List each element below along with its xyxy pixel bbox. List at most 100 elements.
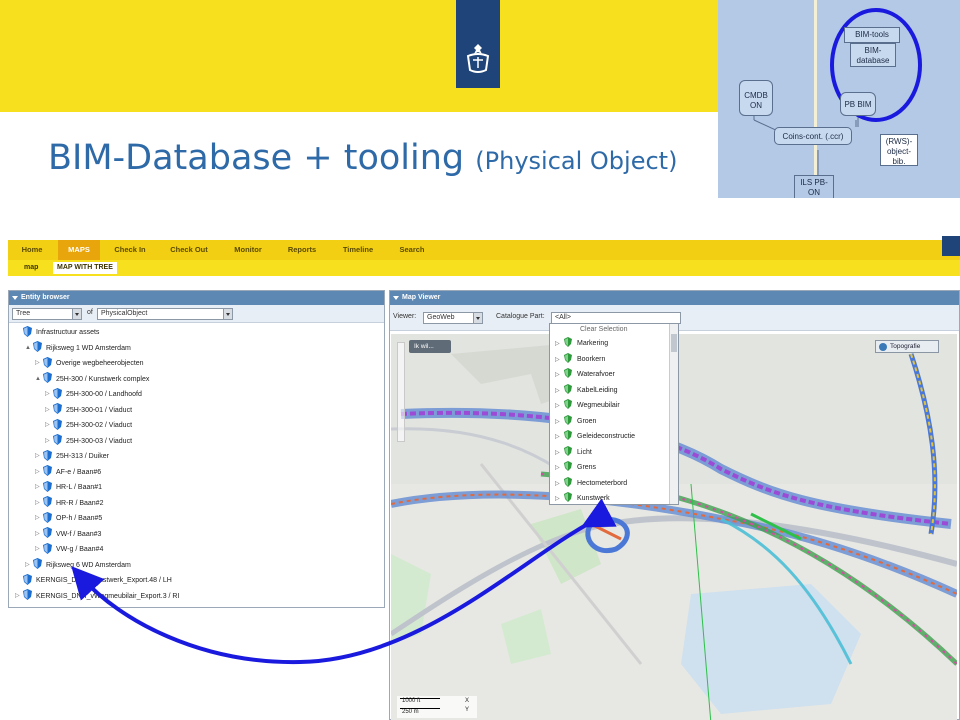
tree-expander-icon[interactable]: ▷ (45, 387, 53, 402)
catalogue-item[interactable]: ▷ Waterafvoer (550, 367, 670, 382)
chevron-right-icon[interactable]: ▷ (550, 446, 564, 461)
catalogue-item[interactable]: ▷ KabelLeiding (550, 383, 670, 398)
tab-search[interactable]: Search (392, 240, 432, 260)
tree-node[interactable]: ▷ 25H-300-00 / Landhoofd (45, 387, 142, 402)
chevron-right-icon[interactable]: ▷ (550, 430, 564, 445)
tree-node[interactable]: ▲ 25H-300 / Kunstwerk complex (35, 372, 149, 387)
catalogue-item-label: Wegmeubilair (577, 402, 620, 409)
tree-node[interactable]: ▷ 25H-313 / Duiker (35, 449, 109, 464)
viewer-value: GeoWeb (427, 314, 455, 321)
catalogue-item[interactable]: ▷ Hectometerbord (550, 476, 670, 491)
tree-node[interactable]: ▷ 25H-300-01 / Viaduct (45, 403, 132, 418)
tab-reports[interactable]: Reports (280, 240, 324, 260)
tree-expander-icon[interactable]: ▷ (35, 356, 43, 371)
tree-node-label: 25H-300-00 / Landhoofd (66, 391, 142, 398)
tab-maps[interactable]: MAPS (58, 240, 100, 260)
sub-nav: map MAP WITH TREE (8, 260, 960, 276)
geoweb-app: Home MAPS Check In Check Out Monitor Rep… (8, 230, 960, 720)
catalogue-item[interactable]: ▷ Wegmeubilair (550, 398, 670, 413)
green-shield-icon (564, 352, 572, 363)
tab-monitor[interactable]: Monitor (224, 240, 272, 260)
tree-expander-icon[interactable]: ▷ (15, 589, 23, 604)
viewer-select[interactable]: GeoWeb (423, 312, 483, 324)
tree-node[interactable]: Infrastructuur assets (15, 325, 99, 340)
tree-node-label: Rijksweg 6 WD Amsterdam (46, 561, 131, 569)
tree-expander-icon[interactable]: ▷ (35, 465, 43, 480)
tree-node[interactable]: ▷ Overige wegbeheerobjecten (35, 356, 144, 371)
catalogue-item[interactable]: ▷ Kunstwerk (550, 491, 670, 504)
collapse-icon[interactable] (393, 296, 399, 300)
map-viewer-header[interactable]: Map Viewer (390, 291, 959, 305)
tree-node[interactable]: ▷ Rijksweg 6 WD Amsterdam (25, 558, 131, 573)
tab-check-out[interactable]: Check Out (164, 240, 214, 260)
green-shield-icon (564, 430, 572, 441)
tree-node[interactable]: KERNGIS_DNH_Kunstwerk_Export.48 / LH (15, 573, 172, 588)
tree-expander-icon[interactable]: ▷ (25, 558, 33, 573)
tree-expander-icon[interactable]: ▲ (35, 372, 43, 387)
tree-node[interactable]: ▲ Rijksweg 1 WD Amsterdam (25, 341, 131, 356)
tree-expander-icon[interactable]: ▷ (35, 480, 43, 495)
tab-check-in[interactable]: Check In (108, 240, 152, 260)
chevron-right-icon[interactable]: ▷ (550, 477, 564, 492)
chevron-right-icon[interactable]: ▷ (550, 399, 564, 414)
tree-expander-icon[interactable]: ▷ (45, 434, 53, 449)
tree-node[interactable]: ▷ 25H-300-03 / Viaduct (45, 434, 132, 449)
tree-node[interactable]: ▷ HR-L / Baan#1 (35, 480, 102, 495)
tree-expander-icon[interactable]: ▷ (45, 403, 53, 418)
tree-expander-icon[interactable]: ▷ (45, 418, 53, 433)
tree-node[interactable]: ▷ VW-g / Baan#4 (35, 542, 103, 557)
shield-icon (33, 558, 42, 570)
catalogue-item[interactable]: ▷ Groen (550, 414, 670, 429)
shield-icon (43, 356, 52, 368)
tree-node[interactable]: ▷ AF-e / Baan#6 (35, 465, 101, 480)
ik-wil-menu[interactable]: Ik wil... (409, 340, 451, 353)
tree-node[interactable]: ▷ VW-f / Baan#3 (35, 527, 101, 542)
catalogue-item[interactable]: ▷ Boorkern (550, 352, 670, 367)
view-mode-select[interactable]: Tree (12, 308, 82, 320)
tree-node[interactable]: ▷ KERNGIS_DNH_vWegmeubilair_Export.3 / RI (15, 589, 179, 604)
catalogue-item[interactable]: ▷ Geleideconstructie (550, 429, 670, 444)
catalogue-item[interactable]: ▷ Markering (550, 336, 670, 351)
slide-title: BIM-Database + tooling (Physical Object) (48, 138, 677, 178)
green-shield-icon (564, 492, 572, 503)
tree-expander-icon[interactable]: ▲ (25, 341, 33, 356)
entity-tree: Infrastructuur assets ▲ Rijksweg 1 WD Amst… (9, 325, 384, 605)
chevron-down-icon[interactable] (223, 309, 232, 319)
chevron-down-icon[interactable] (473, 313, 482, 323)
tree-node[interactable]: ▷ OP-h / Baan#5 (35, 511, 102, 526)
chevron-right-icon[interactable]: ▷ (550, 415, 564, 430)
map-viewer-title: Map Viewer (402, 294, 441, 301)
tree-expander-icon[interactable]: ▷ (35, 511, 43, 526)
dropdown-scrollbar[interactable] (669, 324, 678, 504)
tree-node[interactable]: ▷ HR-R / Baan#2 (35, 496, 103, 511)
tree-expander-icon[interactable]: ▷ (35, 496, 43, 511)
chevron-down-icon[interactable] (72, 309, 81, 319)
tree-expander-icon[interactable]: ▷ (35, 449, 43, 464)
chevron-right-icon[interactable]: ▷ (550, 337, 564, 352)
clear-selection[interactable]: Clear Selection (550, 324, 678, 336)
subtab-map-with-tree[interactable]: MAP WITH TREE (53, 262, 117, 274)
chevron-right-icon[interactable]: ▷ (550, 492, 564, 504)
chevron-right-icon[interactable]: ▷ (550, 368, 564, 383)
collapse-icon[interactable] (12, 296, 18, 300)
basemap-select[interactable]: Topografie (875, 340, 939, 353)
catalogue-item[interactable]: ▷ Licht (550, 445, 670, 460)
zoom-slider[interactable] (397, 342, 405, 442)
tree-node[interactable]: ▷ 25H-300-02 / Viaduct (45, 418, 132, 433)
chevron-right-icon[interactable]: ▷ (550, 384, 564, 399)
tab-timeline[interactable]: Timeline (334, 240, 382, 260)
chevron-right-icon[interactable]: ▷ (550, 353, 564, 368)
green-shield-icon (564, 461, 572, 472)
chevron-right-icon[interactable]: ▷ (550, 461, 564, 476)
shield-icon (23, 325, 32, 337)
entity-browser-header[interactable]: Entity browser (9, 291, 384, 305)
tree-expander-icon[interactable]: ▷ (35, 527, 43, 542)
entity-type-select[interactable]: PhysicalObject (97, 308, 233, 320)
green-shield-icon (564, 476, 572, 487)
of-label: of (87, 309, 93, 316)
subtab-map[interactable]: map (20, 262, 42, 274)
tab-home[interactable]: Home (14, 240, 50, 260)
entity-browser-title: Entity browser (21, 294, 70, 301)
tree-expander-icon[interactable]: ▷ (35, 542, 43, 557)
catalogue-item[interactable]: ▷ Grens (550, 460, 670, 475)
